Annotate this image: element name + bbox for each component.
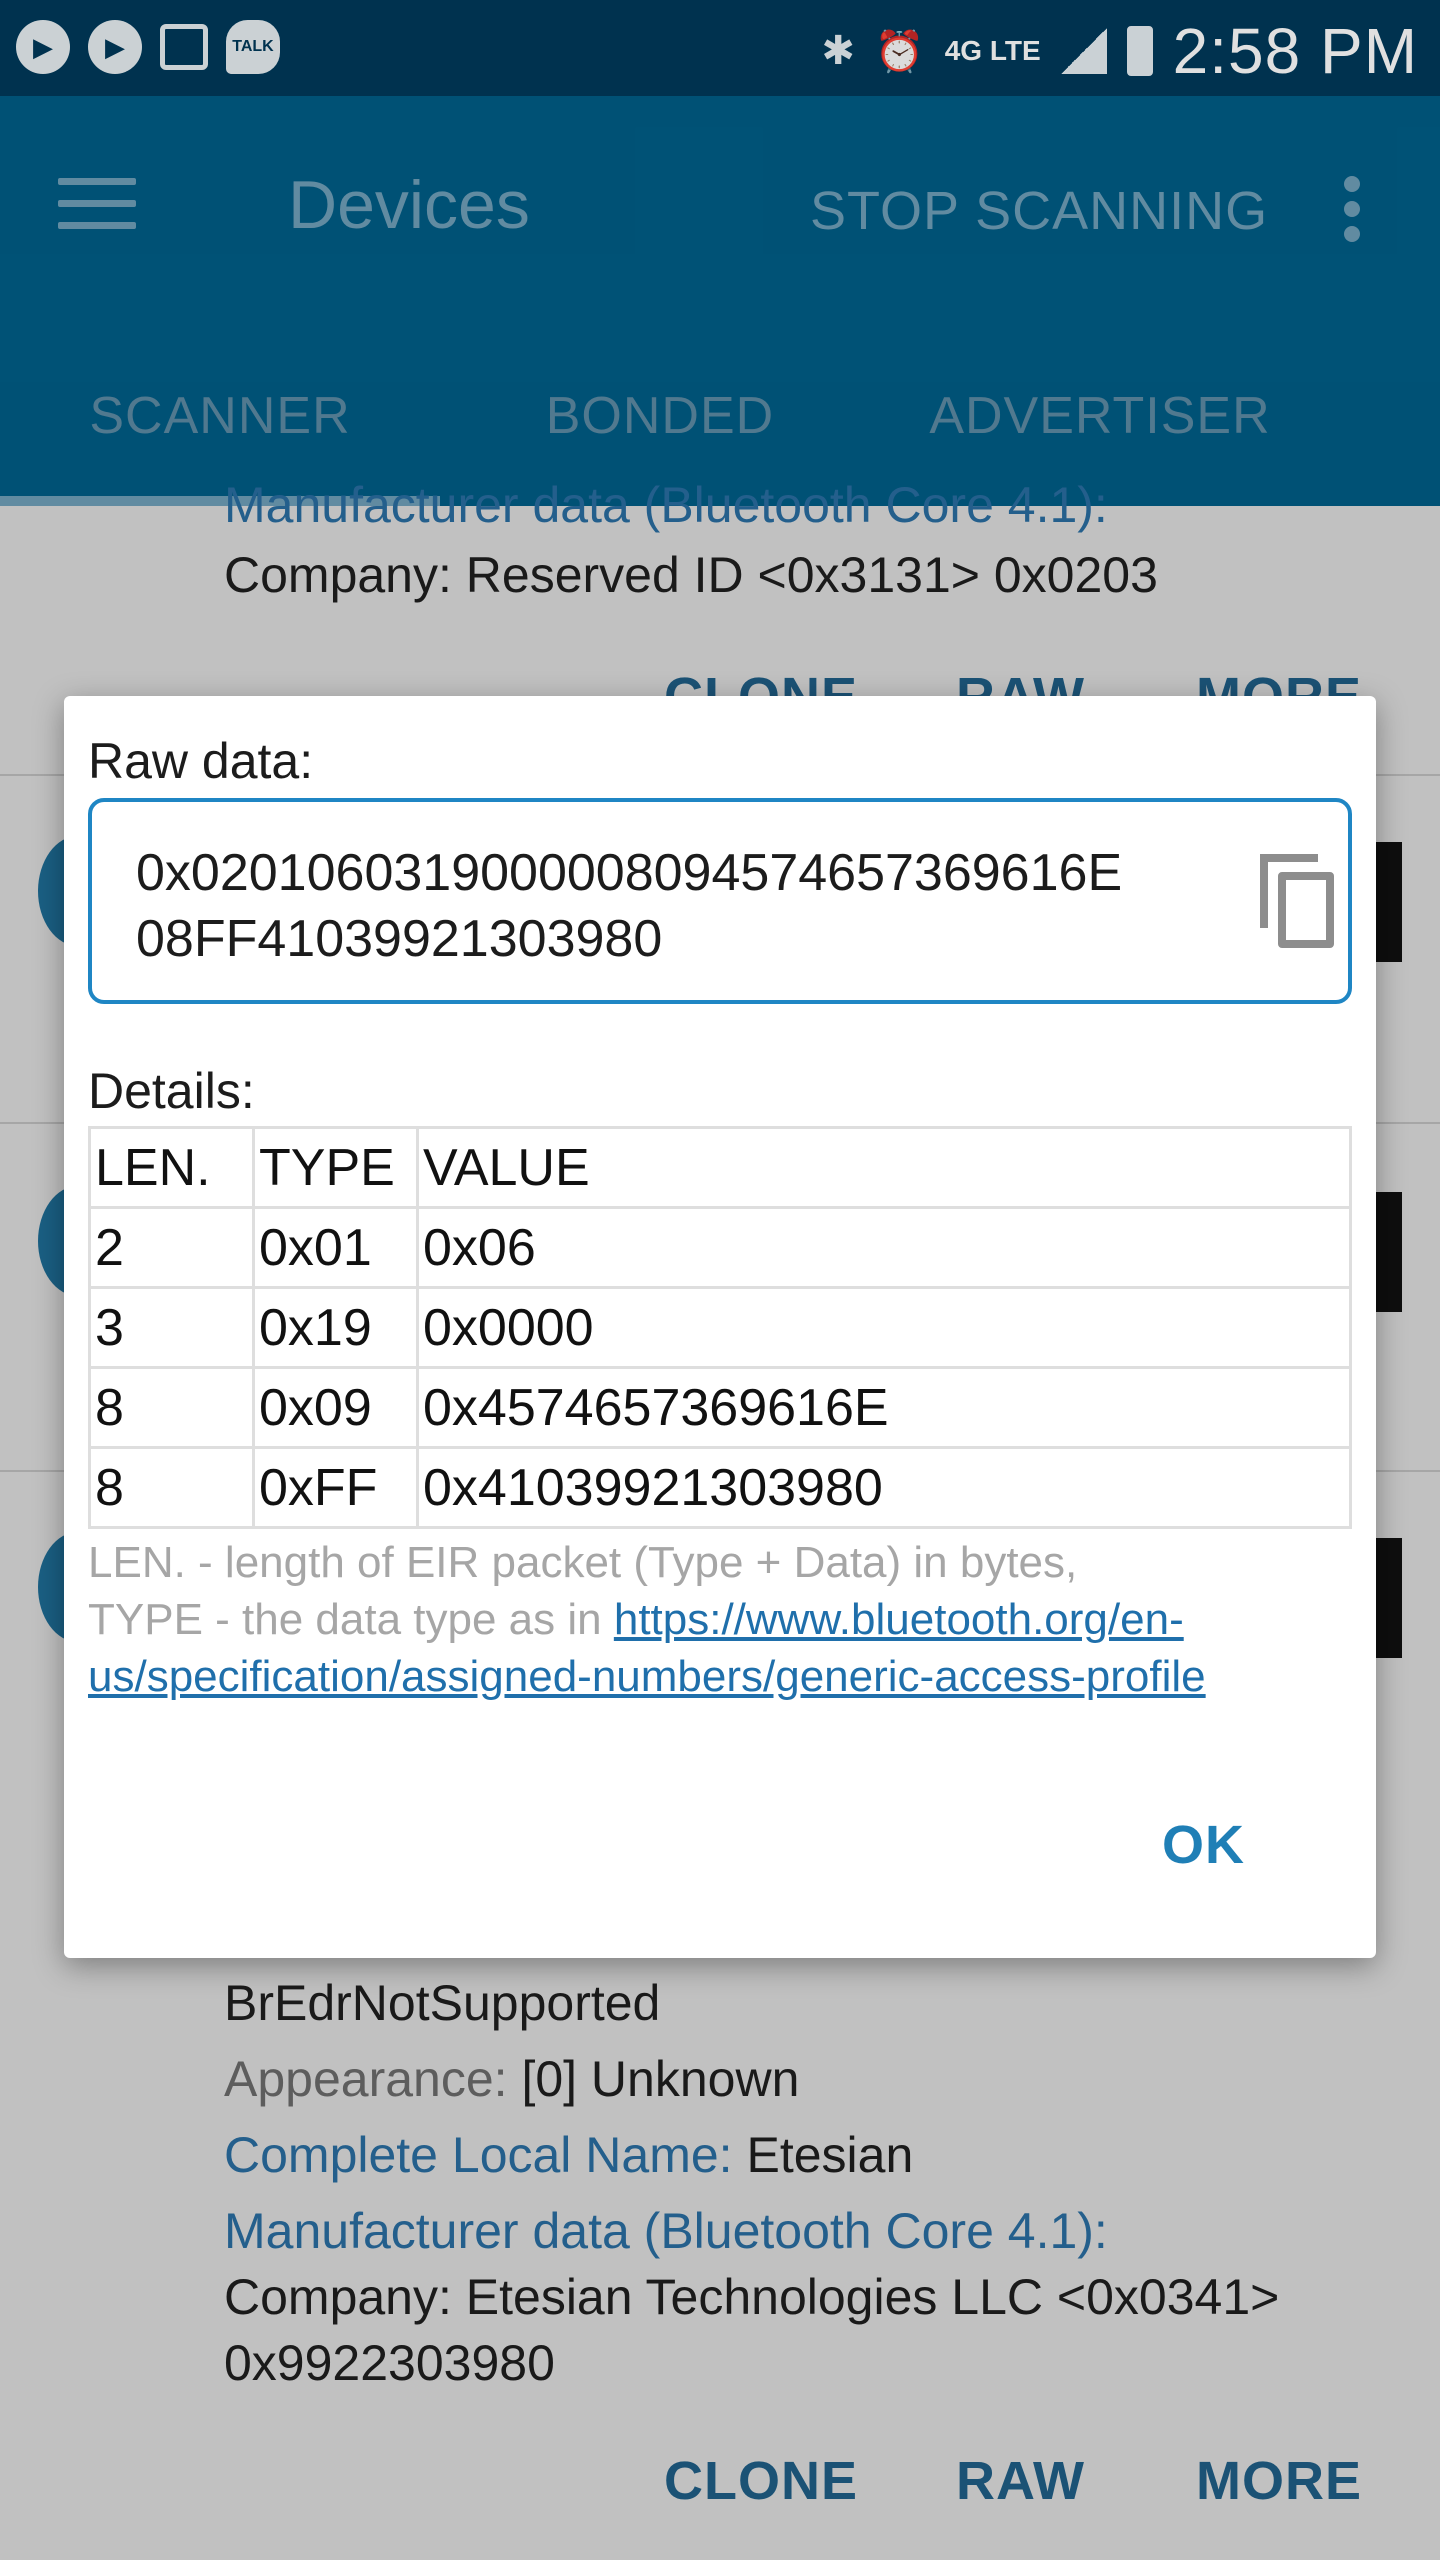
note-prefix: TYPE - the data type as in (88, 1595, 614, 1644)
overflow-menu-icon[interactable] (1340, 176, 1364, 242)
bluetooth-icon: ✱ (821, 29, 855, 73)
notification-icons: ▶ ▶ TALK (16, 20, 280, 74)
cell-type: 0x19 (252, 1286, 419, 1369)
raw-data-value: 0x0201060319000008094574657369616E 08FF4… (136, 840, 1166, 972)
play-icon: ▶ (88, 20, 142, 74)
manufacturer-label: Manufacturer data (Bluetooth Core 4.1): (224, 477, 1108, 533)
details-label: Details: (88, 1063, 255, 1119)
manufacturer-label: Manufacturer data (Bluetooth Core 4.1): (224, 2203, 1108, 2259)
note-line-2: TYPE - the data type as in https://www.b… (88, 1591, 1358, 1705)
column-header-value: VALUE (416, 1126, 1352, 1209)
table-row: 2 0x01 0x06 (88, 1206, 1352, 1289)
menu-icon[interactable] (58, 178, 136, 230)
appearance-label: Appearance: (224, 2051, 508, 2107)
raw-data-label: Raw data: (88, 733, 314, 789)
table-row: 8 0x09 0x4574657369616E (88, 1366, 1352, 1449)
cell-len: 8 (88, 1446, 255, 1529)
signal-icon (1060, 28, 1107, 74)
note-line-1: LEN. - length of EIR packet (Type + Data… (88, 1538, 1078, 1587)
raw-data-field[interactable]: 0x0201060319000008094574657369616E 08FF4… (88, 798, 1352, 1004)
talk-icon: TALK (226, 20, 280, 74)
raw-button[interactable]: RAW (956, 2450, 1085, 2512)
status-bar: ▶ ▶ TALK ✱ ⏰ 4G LTE 2:58 PM (0, 0, 1440, 96)
cell-value: 0x4574657369616E (416, 1366, 1352, 1449)
appearance-value: [0] Unknown (521, 2051, 800, 2107)
more-button[interactable]: MORE (1196, 2450, 1362, 2512)
company-text: Company: Reserved ID <0x3131> 0x0203 (224, 547, 1158, 603)
ok-button[interactable]: OK (1162, 1814, 1245, 1876)
cell-value: 0x06 (416, 1206, 1352, 1289)
clone-button[interactable]: CLONE (664, 2450, 858, 2512)
company-text: Company: Etesian Technologies LLC <0x034… (224, 2269, 1280, 2325)
details-note: LEN. - length of EIR packet (Type + Data… (88, 1534, 1358, 1705)
system-icons: ✱ ⏰ 4G LTE 2:58 PM (821, 14, 1418, 88)
page-title: Devices (288, 167, 530, 243)
app-bar: Devices STOP SCANNING SCANNER BONDED ADV… (0, 96, 1440, 506)
column-header-len: LEN. (88, 1126, 255, 1209)
raw-data-line-2: 08FF41039921303980 (136, 910, 663, 968)
raw-data-line-1: 0x0201060319000008094574657369616E (136, 844, 1123, 902)
play-icon: ▶ (16, 20, 70, 74)
clock: 2:58 PM (1172, 15, 1418, 87)
local-name-row: Complete Local Name: Etesian (224, 2126, 913, 2184)
flags-value: BrEdrNotSupported (224, 1975, 661, 2031)
image-icon (160, 24, 208, 70)
alarm-icon: ⏰ (874, 29, 925, 74)
details-table: LEN. TYPE VALUE 2 0x01 0x06 3 0x19 0x000… (88, 1126, 1352, 1529)
column-header-type: TYPE (252, 1126, 419, 1209)
local-name-label: Complete Local Name: (224, 2127, 733, 2183)
cell-type: 0xFF (252, 1446, 419, 1529)
cell-value: 0x41039921303980 (416, 1446, 1352, 1529)
raw-data-dialog: Raw data: 0x0201060319000008094574657369… (64, 696, 1376, 1958)
cell-type: 0x01 (252, 1206, 419, 1289)
battery-icon (1126, 26, 1153, 76)
cell-len: 3 (88, 1286, 255, 1369)
cell-len: 2 (88, 1206, 255, 1289)
cell-value: 0x0000 (416, 1286, 1352, 1369)
network-type: 4G LTE (944, 35, 1041, 66)
local-name-value: Etesian (746, 2127, 914, 2183)
stop-scanning-button[interactable]: STOP SCANNING (810, 180, 1268, 242)
company-data: 0x9922303980 (224, 2335, 555, 2391)
copy-icon[interactable] (1260, 854, 1334, 948)
cell-len: 8 (88, 1366, 255, 1449)
table-header-row: LEN. TYPE VALUE (88, 1126, 1352, 1209)
table-row: 8 0xFF 0x41039921303980 (88, 1446, 1352, 1529)
cell-type: 0x09 (252, 1366, 419, 1449)
appearance-row: Appearance: [0] Unknown (224, 2050, 799, 2108)
table-row: 3 0x19 0x0000 (88, 1286, 1352, 1369)
